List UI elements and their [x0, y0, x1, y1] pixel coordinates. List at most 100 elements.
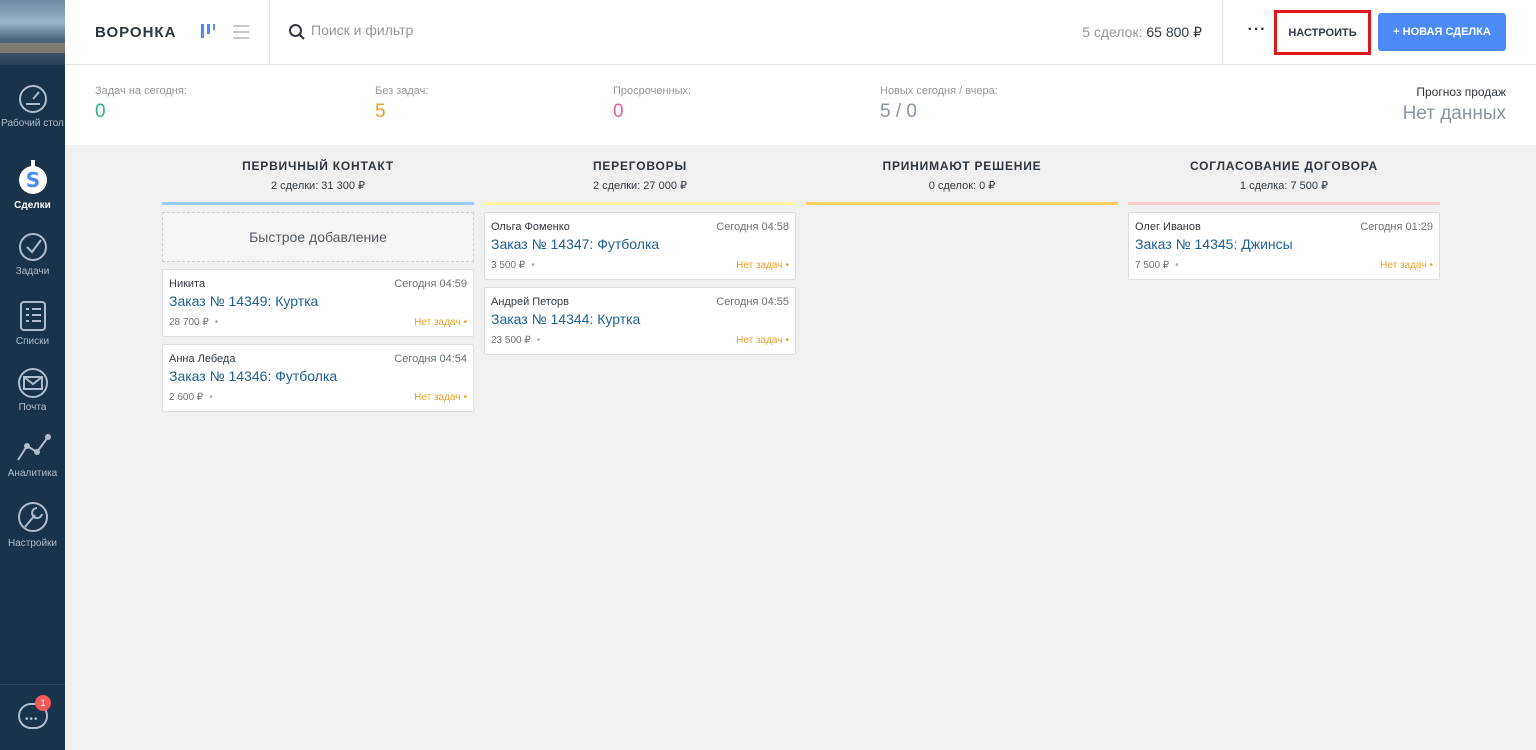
deal-task-status[interactable]: Нет задач: [414, 392, 467, 403]
deal-card[interactable]: Анна Лебеда Сегодня 04:54 Заказ № 14346:…: [162, 344, 474, 412]
deal-card[interactable]: Ольга Фоменко Сегодня 04:58 Заказ № 1434…: [484, 212, 796, 280]
column-header[interactable]: ПЕРЕГОВОРЫ 2 сделки: 27 000 ₽: [484, 145, 796, 205]
column-summary: 2 сделки: 27 000 ₽: [592, 180, 688, 192]
pipeline-column: ПРИНИМАЮТ РЕШЕНИЕ 0 сделок: 0 ₽: [806, 145, 1118, 205]
deal-title[interactable]: Заказ № 14347: Футболка: [491, 236, 659, 252]
mail-icon: [17, 368, 48, 398]
configure-button[interactable]: НАСТРОИТЬ: [1274, 10, 1371, 55]
deal-task-status[interactable]: Нет задач: [414, 317, 467, 328]
deal-title[interactable]: Заказ № 14349: Куртка: [169, 293, 318, 309]
header-divider: [269, 0, 270, 64]
deal-card[interactable]: Олег Иванов Сегодня 01:29 Заказ № 14345:…: [1128, 212, 1440, 280]
stat-label: Новых сегодня / вчера:: [880, 85, 998, 97]
deal-date: Сегодня 04:59: [394, 278, 467, 290]
deal-card[interactable]: Никита Сегодня 04:59 Заказ № 14349: Курт…: [162, 269, 474, 337]
tasks-icon: [18, 233, 47, 261]
page-title: ВОРОНКА: [95, 24, 177, 41]
deal-price: 23 500 ₽: [491, 335, 540, 346]
deal-date: Сегодня 04:54: [394, 353, 467, 365]
column-title: ПЕРВИЧНЫЙ КОНТАКТ: [242, 159, 394, 173]
stat-value: 5: [375, 101, 386, 122]
list-view-icon[interactable]: [233, 24, 249, 40]
column-title: СОГЛАСОВАНИЕ ДОГОВОРА: [1189, 159, 1379, 173]
sidebar-item-label: Настройки: [7, 538, 58, 549]
deal-title[interactable]: Заказ № 14346: Футболка: [169, 368, 337, 384]
deal-title[interactable]: Заказ № 14344: Куртка: [491, 311, 640, 327]
pipeline-view-icon[interactable]: [200, 22, 216, 40]
sidebar-item-mail[interactable]: Почта: [0, 368, 65, 414]
column-header[interactable]: СОГЛАСОВАНИЕ ДОГОВОРА 1 сделка: 7 500 ₽: [1128, 145, 1440, 205]
sidebar-item-label: Задачи: [15, 266, 50, 277]
deal-task-status[interactable]: Нет задач: [1380, 260, 1433, 271]
contact-name[interactable]: Ольга Фоменко: [491, 221, 570, 233]
sidebar-item-analytics[interactable]: Аналитика: [0, 432, 65, 480]
sidebar-item-label: Аналитика: [7, 468, 58, 479]
stat-value: 0: [613, 101, 624, 122]
sidebar-item-label: Почта: [18, 402, 47, 413]
column-header[interactable]: ПРИНИМАЮТ РЕШЕНИЕ 0 сделок: 0 ₽: [806, 145, 1118, 205]
chat-button[interactable]: ••• 1: [0, 684, 65, 750]
deal-date: Сегодня 04:55: [716, 296, 789, 308]
dashboard-icon: [18, 85, 47, 113]
stat-label: Просроченных:: [613, 85, 692, 97]
deal-task-status[interactable]: Нет задач: [736, 260, 789, 271]
account-avatar[interactable]: [0, 0, 65, 65]
chat-dots: •••: [25, 714, 39, 725]
deal-date: Сегодня 01:29: [1360, 221, 1433, 233]
stat-overdue[interactable]: Просроченных: 0: [613, 85, 691, 123]
sidebar: Рабочий стол S Сделки Задачи Списки Почт…: [0, 0, 65, 750]
column-title: ПРИНИМАЮТ РЕШЕНИЕ: [882, 159, 1042, 173]
column-summary: 2 сделки: 31 300 ₽: [270, 180, 366, 192]
deal-price: 2 600 ₽: [169, 392, 213, 403]
stat-today-tasks[interactable]: Задач на сегодня: 0: [95, 85, 187, 123]
contact-name[interactable]: Никита: [169, 278, 205, 290]
sidebar-item-label: Списки: [15, 336, 50, 347]
deals-summary: 5 сделок: 65 800 ₽: [1082, 24, 1202, 41]
sidebar-item-deals[interactable]: S Сделки: [0, 160, 65, 212]
column-summary: 0 сделок: 0 ₽: [928, 180, 996, 192]
deal-card[interactable]: Андрей Петорв Сегодня 04:55 Заказ № 1434…: [484, 287, 796, 355]
stat-forecast[interactable]: Прогноз продаж Нет данных: [1403, 85, 1506, 125]
column-summary: 1 сделка: 7 500 ₽: [1239, 180, 1329, 192]
stat-no-tasks[interactable]: Без задач: 5: [375, 85, 428, 123]
deals-count: 5 сделок:: [1082, 24, 1143, 40]
quick-add-button[interactable]: Быстрое добавление: [162, 212, 474, 262]
sidebar-item-settings[interactable]: Настройки: [0, 500, 65, 550]
sidebar-item-label: Сделки: [14, 200, 51, 211]
column-header[interactable]: ПЕРВИЧНЫЙ КОНТАКТ 2 сделки: 31 300 ₽: [162, 145, 474, 205]
stat-new[interactable]: Новых сегодня / вчера: 5 / 0: [880, 85, 998, 123]
sidebar-item-tasks[interactable]: Задачи: [0, 232, 65, 278]
stat-value: Нет данных: [1402, 103, 1506, 124]
more-options-button[interactable]: ···: [1241, 16, 1273, 48]
lists-icon: [19, 301, 46, 331]
deal-price: 3 500 ₽: [491, 260, 535, 271]
chat-badge: 1: [35, 695, 51, 711]
pipeline-column: ПЕРЕГОВОРЫ 2 сделки: 27 000 ₽ Ольга Фоме…: [484, 145, 796, 355]
stat-label: Прогноз продаж: [1416, 85, 1506, 99]
stat-value: 5 / 0: [880, 101, 917, 122]
deal-task-status[interactable]: Нет задач: [736, 335, 789, 346]
contact-name[interactable]: Андрей Петорв: [491, 296, 569, 308]
deal-price: 28 700 ₽: [169, 317, 218, 328]
stat-label: Без задач:: [375, 85, 429, 97]
column-title: ПЕРЕГОВОРЫ: [592, 159, 688, 173]
search-input[interactable]: [311, 22, 611, 38]
deal-price: 7 500 ₽: [1135, 260, 1179, 271]
settings-icon: [17, 502, 48, 532]
deals-total: 65 800 ₽: [1146, 24, 1202, 40]
pipeline-column: СОГЛАСОВАНИЕ ДОГОВОРА 1 сделка: 7 500 ₽ …: [1128, 145, 1440, 280]
pipeline-column: ПЕРВИЧНЫЙ КОНТАКТ 2 сделки: 31 300 ₽ Быс…: [162, 145, 474, 412]
deal-date: Сегодня 04:58: [716, 221, 789, 233]
new-deal-button[interactable]: + НОВАЯ СДЕЛКА: [1378, 13, 1506, 51]
header-divider: [1222, 0, 1223, 64]
stats-bar: Задач на сегодня: 0 Без задач: 5 Просроч…: [65, 65, 1536, 145]
deal-title[interactable]: Заказ № 14345: Джинсы: [1135, 236, 1293, 252]
stat-label: Задач на сегодня:: [95, 85, 187, 97]
sidebar-item-dashboard[interactable]: Рабочий стол: [0, 84, 65, 130]
stat-value: 0: [95, 101, 106, 122]
contact-name[interactable]: Анна Лебеда: [169, 353, 235, 365]
deals-icon: S: [18, 160, 47, 194]
contact-name[interactable]: Олег Иванов: [1135, 221, 1201, 233]
analytics-icon: [16, 434, 51, 461]
sidebar-item-lists[interactable]: Списки: [0, 300, 65, 348]
